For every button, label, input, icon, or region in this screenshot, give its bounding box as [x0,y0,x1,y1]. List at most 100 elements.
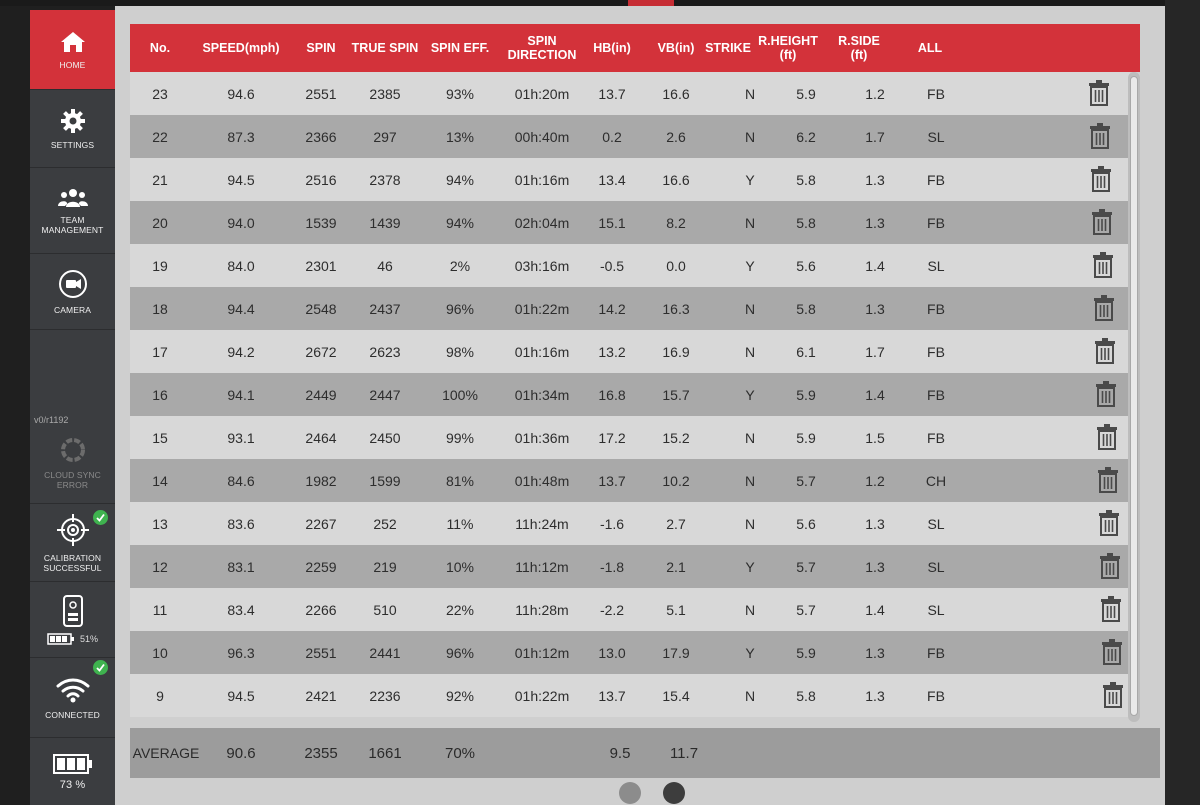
table-row[interactable]: 21 94.5 2516 2378 94% 01h:16m 13.4 16.6 Y 5.8 1.3 F… [130,158,1130,201]
cell-true-spin: 510 [373,601,397,618]
trash-icon[interactable] [1091,209,1113,235]
table-row[interactable]: 22 87.3 2366 297 13% 00h:40m 0.2 2.6 N 6.2 1.7 SL [130,115,1130,158]
table-row[interactable]: 11 83.4 2266 510 22% 11h:28m -2.2 5.1 N 5.7 1.4 SL [130,588,1130,631]
cell-true-spin: 2385 [369,85,401,102]
cell-hb: 14.2 [598,300,626,317]
col-spin[interactable]: SPIN [292,24,350,72]
pitch-data-panel: No. SPEED(mph) SPIN TRUE SPIN SPIN EFF. … [115,6,1165,805]
table-row[interactable]: 15 93.1 2464 2450 99% 01h:36m 17.2 15.2 N 5.9 1.5 F… [130,416,1130,459]
cell-spin-direction: 01h:22m [514,687,570,704]
nav-team-management[interactable]: TEAM MANAGEMENT [30,168,115,254]
cell-speed: 94.6 [227,85,255,102]
table-row[interactable]: 20 94.0 1539 1439 94% 02h:04m 15.1 8.2 N 5.8 1.3 FB [130,201,1130,244]
cell-number: 17 [152,343,168,360]
cell-speed: 84.6 [227,472,255,489]
cell-release-side: 1.5 [865,429,885,446]
col-spin-direction[interactable]: SPIN DIRECTION [498,24,586,72]
table-row[interactable]: 10 96.3 2551 2441 96% 01h:12m 13.0 17.9 Y 5.9 1.3 F… [130,631,1130,674]
nav-camera[interactable]: CAMERA [30,254,115,330]
table-row[interactable]: 17 94.2 2672 2623 98% 01h:16m 13.2 16.9 N 6.1 1.7 F… [130,330,1130,373]
page-dot-1[interactable] [619,782,641,804]
table-row[interactable]: 18 94.4 2548 2437 96% 01h:22m 14.2 16.3 N 5.8 1.3 F… [130,287,1130,330]
cell-release-height: 5.9 [796,429,816,446]
nav-team-label: TEAM MANAGEMENT [41,214,104,235]
table-row[interactable]: 12 83.1 2259 219 10% 11h:12m -1.8 2.1 Y 5.7 1.3 SL [130,545,1130,588]
table-row[interactable]: 13 83.6 2267 252 11% 11h:24m -1.6 2.7 N 5.6 1.3 SL [130,502,1130,545]
cell-speed: 87.3 [227,128,255,145]
cell-spin: 2551 [305,644,337,661]
battery-icon [52,753,92,774]
cell-vb: 16.3 [662,300,690,317]
col-pitch-type-filter[interactable]: ALL [900,24,960,72]
trash-icon[interactable] [1095,381,1117,407]
cell-hb: 13.2 [598,343,626,360]
cell-release-side: 1.4 [865,257,885,274]
table-scroll-thumb[interactable] [1130,76,1138,716]
table-row[interactable]: 19 84.0 2301 46 2% 03h:16m -0.5 0.0 Y 5.6 1.4 SL [130,244,1130,287]
wifi-label: CONNECTED [45,709,100,720]
table-row[interactable]: 9 94.5 2421 2236 92% 01h:22m 13.7 15.4 N 5.8 1.3 FB [130,674,1130,717]
trash-icon[interactable] [1097,467,1119,493]
cell-spin-direction: 01h:22m [514,300,570,317]
cell-vb: 15.2 [662,429,690,446]
cell-release-height: 5.8 [796,300,816,317]
average-spin-eff: 70% [444,744,476,762]
wifi-icon [56,678,89,702]
col-hb[interactable]: HB(in) [580,24,644,72]
cell-spin-direction: 11h:24m [515,515,569,532]
col-release-height[interactable]: R.HEIGHT (ft) [748,24,828,72]
cloud-sync-status[interactable]: CLOUD SYNC ERROR [30,422,115,504]
cell-spin-eff: 11% [446,515,474,532]
trash-icon[interactable] [1102,682,1124,708]
calibration-status[interactable]: CALIBRATION SUCCESSFUL [30,504,115,582]
trash-icon[interactable] [1092,252,1114,278]
cell-spin-eff: 99% [445,429,475,446]
wifi-status[interactable]: CONNECTED [30,658,115,738]
col-release-side[interactable]: R.SIDE (ft) [826,24,892,72]
trash-icon[interactable] [1088,80,1110,106]
table-row[interactable]: 23 94.6 2551 2385 93% 01h:20m 13.7 16.6 N 5.9 1.2 F… [130,72,1130,115]
cell-pitch-type: SL [927,257,945,274]
cell-hb: -0.5 [599,257,625,274]
cell-spin: 2301 [305,257,337,274]
crosshair-icon [56,513,89,546]
cell-pitch-type: FB [927,171,945,188]
table-row[interactable]: 14 84.6 1982 1599 81% 01h:48m 13.7 10.2 N 5.7 1.2 C… [130,459,1130,502]
nav-home[interactable]: HOME [30,10,115,90]
page-indicator [615,782,695,805]
cell-spin: 2449 [305,386,337,403]
cell-vb: 16.6 [662,171,690,188]
trash-icon[interactable] [1096,424,1118,450]
col-number[interactable]: No. [130,24,190,72]
trash-icon[interactable] [1101,639,1123,665]
table-row[interactable]: 16 94.1 2449 2447 100% 01h:34m 16.8 15.7 Y 5.9 1.4… [130,373,1130,416]
cell-spin-eff: 96% [445,644,475,661]
page-dot-2[interactable] [663,782,685,804]
cell-release-side: 1.4 [865,386,885,403]
cell-release-height: 5.8 [796,171,816,188]
cell-release-height: 5.9 [796,644,816,661]
cell-release-side: 1.2 [865,85,885,102]
cell-pitch-type: SL [927,601,945,618]
col-spin-eff[interactable]: SPIN EFF. [422,24,498,72]
trash-icon[interactable] [1094,338,1116,364]
nav-settings[interactable]: SETTINGS [30,90,115,168]
col-speed[interactable]: SPEED(mph) [190,24,292,72]
trash-icon[interactable] [1100,596,1122,622]
cell-pitch-type: FB [927,644,945,661]
nav-home-label: HOME [59,59,86,70]
trash-icon[interactable] [1089,123,1111,149]
table-scrollbar[interactable] [1128,72,1140,722]
cell-speed: 94.5 [227,687,255,704]
cell-release-side: 1.3 [865,171,885,188]
trash-icon[interactable] [1098,510,1120,536]
device-status[interactable]: 51% [30,582,115,658]
cell-release-height: 5.9 [796,85,816,102]
average-true-spin: 1661 [368,744,402,762]
trash-icon[interactable] [1090,166,1112,192]
cell-release-height: 5.9 [796,386,816,403]
cell-spin-eff: 22% [445,601,475,618]
trash-icon[interactable] [1093,295,1115,321]
col-true-spin[interactable]: TRUE SPIN [345,24,425,72]
trash-icon[interactable] [1099,553,1121,579]
